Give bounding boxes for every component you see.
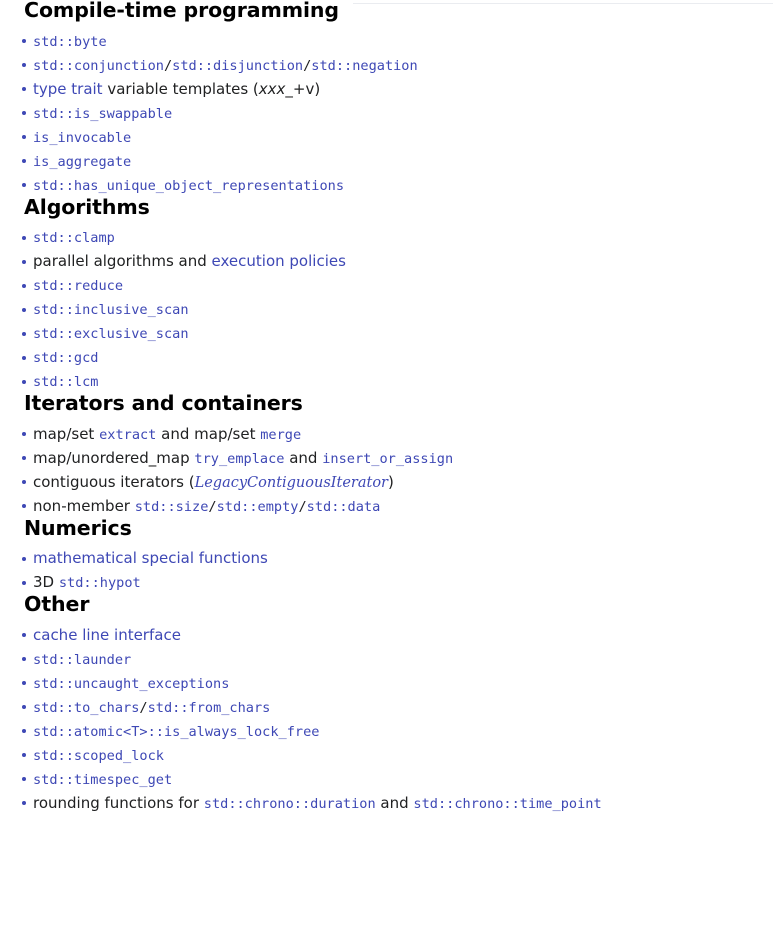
link-std-conjunction-disjunction-negation-0[interactable]: std::conjunction [33,58,164,74]
list-item-non-member-size-empty-data: non-member std::size/std::empty/std::dat… [0,494,779,518]
link-std-has-unique-object-representations-0[interactable]: std::has_unique_object_representations [33,178,344,194]
link-try-emplace-insert-or-assign-1[interactable]: try_emplace [194,451,284,467]
list-item-std-exclusive-scan: std::exclusive_scan [0,321,779,345]
list-item-parallel-algorithms: parallel algorithms and execution polici… [0,249,779,273]
link-rounding-functions-chrono-1[interactable]: std::chrono::duration [204,796,376,812]
text-parallel-algorithms-1: and [173,252,212,271]
text-contiguous-iterators-2: ) [388,472,394,491]
text-non-member-size-empty-data-4: / [298,498,307,515]
link-mathematical-special-functions-0[interactable]: mathematical special functions [33,549,268,567]
section-heading-numerics: Numerics [24,515,132,540]
feature-list-algorithms: std::clampparallel algorithms and execut… [0,225,779,393]
link-3d-std-hypot-1[interactable]: std::hypot [59,575,141,591]
list-item-std-clamp: std::clamp [0,225,779,249]
text-rounding-functions-chrono-0: rounding functions for [33,793,204,812]
text-rounding-functions-chrono-2: and [375,793,414,812]
feature-list-iterators-and-containers: map/set extract and map/set merge map/uno… [0,422,779,518]
list-item-std-lcm: std::lcm [0,369,779,393]
text-type-trait-variable-templates-3: _ [285,79,293,98]
link-std-scoped-lock-0[interactable]: std::scoped_lock [33,748,164,764]
list-item-std-atomic-is-always-lock-free: std::atomic<T>::is_always_lock_free [0,719,779,743]
link-type-trait-variable-templates-0[interactable]: type trait [33,80,103,98]
list-item-std-gcd: std::gcd [0,345,779,369]
link-is-aggregate-0[interactable]: is_aggregate [33,154,131,170]
list-item-try-emplace-insert-or-assign: map/unordered_map try_emplace and insert… [0,446,779,470]
text-type-trait-variable-templates-1: variable templates ( [102,79,259,98]
link-std-conjunction-disjunction-negation-4[interactable]: std::negation [311,58,417,74]
feature-list-compile-time-programming: std::bytestd::conjunction/std::disjuncti… [0,29,779,197]
text-parallel-algorithms-0: parallel algorithms [33,252,174,271]
text-non-member-size-empty-data-2: / [208,498,217,515]
article-body: Compile-time programmingstd::bytestd::co… [0,0,779,815]
link-std-launder-0[interactable]: std::launder [33,652,131,668]
list-item-type-trait-variable-templates: type trait variable templates (xxx_+v) [0,77,779,101]
list-item-std-launder: std::launder [0,647,779,671]
list-item-map-set-extract-merge: map/set extract and map/set merge [0,422,779,446]
text-map-set-extract-merge-0: map/set [33,424,100,443]
link-contiguous-iterators-1[interactable]: LegacyContiguousIterator [195,475,388,491]
link-cache-line-interface-0[interactable]: cache line interface [33,626,181,644]
text-try-emplace-insert-or-assign-0: map/unordered_map [33,448,195,467]
text-std-conjunction-disjunction-negation-1: / [163,57,173,74]
text-type-trait-variable-templates-4: +v) [292,79,321,98]
link-map-set-extract-merge-4[interactable]: merge [260,427,301,443]
link-std-reduce-0[interactable]: std::reduce [33,278,123,294]
list-item-std-timespec-get: std::timespec_get [0,767,779,791]
link-std-is-swappable-0[interactable]: std::is_swappable [33,106,172,122]
link-is-invocable-0[interactable]: is_invocable [33,130,131,146]
list-item-std-conjunction-disjunction-negation: std::conjunction/std::disjunction/std::n… [0,53,779,77]
text-map-set-extract-merge-3: map/set [194,424,261,443]
text-type-trait-variable-templates-2: xxx [258,79,286,98]
list-item-std-uncaught-exceptions: std::uncaught_exceptions [0,671,779,695]
link-non-member-size-empty-data-5[interactable]: std::data [307,499,381,515]
link-parallel-algorithms-2[interactable]: execution policies [212,252,346,270]
link-std-to-chars-from-chars-0[interactable]: std::to_chars [33,700,139,716]
link-std-byte-0[interactable]: std::byte [33,34,107,50]
link-std-timespec-get-0[interactable]: std::timespec_get [33,772,172,788]
link-non-member-size-empty-data-3[interactable]: std::empty [217,499,299,515]
link-std-lcm-0[interactable]: std::lcm [33,374,98,390]
list-item-std-inclusive-scan: std::inclusive_scan [0,297,779,321]
list-item-std-has-unique-object-representations: std::has_unique_object_representations [0,173,779,197]
list-item-rounding-functions-chrono: rounding functions for std::chrono::dura… [0,791,779,815]
link-std-exclusive-scan-0[interactable]: std::exclusive_scan [33,326,189,342]
list-item-is-aggregate: is_aggregate [0,149,779,173]
text-non-member-size-empty-data-0: non-member [33,496,135,515]
link-std-atomic-is-always-lock-free-0[interactable]: std::atomic<T>::is_always_lock_free [33,724,319,740]
link-non-member-size-empty-data-1[interactable]: std::size [135,499,209,515]
feature-list-numerics: mathematical special functions3D std::hy… [0,546,779,594]
link-std-to-chars-from-chars-2[interactable]: std::from_chars [148,700,271,716]
link-rounding-functions-chrono-3[interactable]: std::chrono::time_point [413,796,601,812]
list-item-std-byte: std::byte [0,29,779,53]
link-std-clamp-0[interactable]: std::clamp [33,230,115,246]
link-map-set-extract-merge-1[interactable]: extract [99,427,156,443]
text-3d-std-hypot-0: 3D [33,573,59,592]
section-heading-iterators-and-containers: Iterators and containers [24,391,303,416]
link-std-uncaught-exceptions-0[interactable]: std::uncaught_exceptions [33,676,229,692]
list-item-std-reduce: std::reduce [0,273,779,297]
list-item-3d-std-hypot: 3D std::hypot [0,570,779,594]
link-std-gcd-0[interactable]: std::gcd [33,350,98,366]
text-contiguous-iterators-0: contiguous iterators ( [33,472,195,491]
text-map-set-extract-merge-2: and [156,424,195,443]
text-try-emplace-insert-or-assign-2: and [284,448,323,467]
link-try-emplace-insert-or-assign-3[interactable]: insert_or_assign [322,451,453,467]
list-item-std-is-swappable: std::is_swappable [0,101,779,125]
link-std-inclusive-scan-0[interactable]: std::inclusive_scan [33,302,189,318]
section-heading-compile-time-programming: Compile-time programming [24,0,339,22]
feature-list-other: cache line interfacestd::launderstd::unc… [0,623,779,815]
list-item-std-to-chars-from-chars: std::to_chars/std::from_chars [0,695,779,719]
section-heading-other: Other [24,592,90,617]
section-heading-algorithms: Algorithms [24,194,150,219]
list-item-contiguous-iterators: contiguous iterators (LegacyContiguousIt… [0,470,779,494]
list-item-is-invocable: is_invocable [0,125,779,149]
list-item-mathematical-special-functions: mathematical special functions [0,546,779,570]
text-std-to-chars-from-chars-1: / [139,699,148,716]
list-item-cache-line-interface: cache line interface [0,623,779,647]
link-std-conjunction-disjunction-negation-2[interactable]: std::disjunction [172,58,303,74]
list-item-std-scoped-lock: std::scoped_lock [0,743,779,767]
